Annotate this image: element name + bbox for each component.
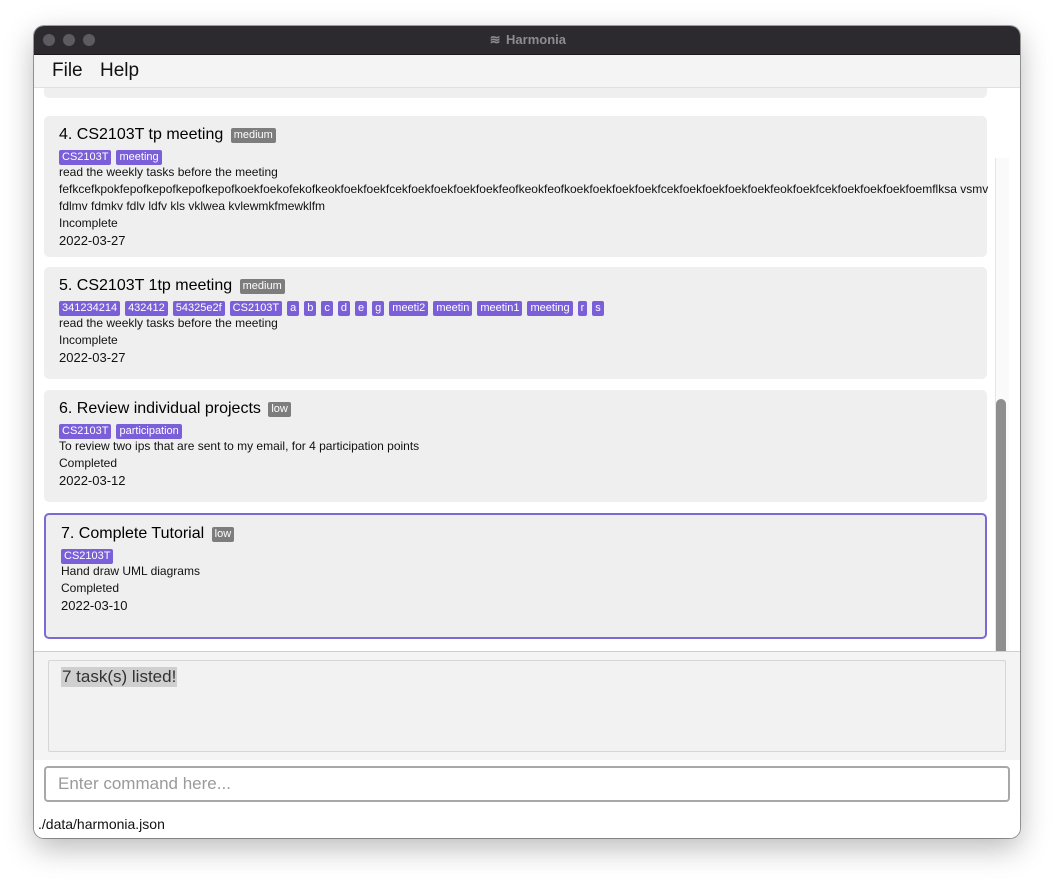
menu-help[interactable]: Help bbox=[100, 60, 139, 82]
menu-file[interactable]: File bbox=[52, 60, 83, 82]
task-title: 5. CS2103T 1tp meeting medium bbox=[59, 275, 972, 297]
task-title: 6. Review individual projects low bbox=[59, 398, 972, 420]
task-card[interactable]: 4. CS2103T tp meeting medium CS2103T meet… bbox=[44, 116, 989, 257]
task-description: fefkcefkpokfepofkepofkepofkepofkoekfoeko… bbox=[59, 182, 989, 196]
priority-badge: low bbox=[211, 527, 235, 542]
task-description: read the weekly tasks before the meeting bbox=[59, 165, 278, 179]
command-pane bbox=[34, 760, 1020, 812]
task-description: To review two ips that are sent to my em… bbox=[59, 439, 420, 453]
tag: d bbox=[337, 301, 351, 316]
task-status: Completed bbox=[59, 456, 118, 470]
tag-list: 341234214 432412 54325e2f CS2103T a b c d e g meet… bbox=[59, 298, 972, 316]
result-message: 7 task(s) listed! bbox=[61, 667, 178, 687]
tag: participation bbox=[116, 424, 182, 439]
menu-bar: File Help bbox=[34, 55, 1020, 88]
task-description: fdlmv fdmkv fdlv ldfv kls vklwea kvlewmk… bbox=[59, 199, 326, 213]
tag-list: CS2103T meeting bbox=[59, 147, 972, 165]
task-date: 2022-03-12 bbox=[59, 473, 126, 488]
task-card[interactable]: 6. Review individual projects low CS2103… bbox=[44, 390, 987, 502]
task-list[interactable]: 4. CS2103T tp meeting medium CS2103T meet… bbox=[34, 88, 1020, 651]
task-name: CS2103T 1tp meeting bbox=[76, 277, 233, 294]
result-pane: 7 task(s) listed! bbox=[34, 652, 1020, 760]
tag: meeti2 bbox=[389, 301, 429, 316]
command-input[interactable] bbox=[44, 766, 1010, 802]
task-status: Completed bbox=[61, 581, 120, 595]
task-index: 5. bbox=[59, 277, 73, 294]
task-date: 2022-03-10 bbox=[61, 598, 128, 613]
tag: meeting bbox=[116, 150, 162, 165]
task-title: 4. CS2103T tp meeting medium bbox=[59, 124, 972, 146]
task-name: Review individual projects bbox=[76, 400, 261, 417]
task-index: 4. bbox=[59, 126, 73, 143]
task-name: Complete Tutorial bbox=[78, 525, 205, 542]
task-status: Incomplete bbox=[59, 216, 118, 230]
priority-badge: low bbox=[268, 402, 291, 417]
app-logo-icon: ≋ bbox=[489, 32, 501, 47]
tag: g bbox=[372, 301, 385, 316]
task-status: Incomplete bbox=[59, 333, 118, 347]
result-display[interactable]: 7 task(s) listed! bbox=[48, 660, 1006, 752]
title-bar: ≋ Harmonia bbox=[34, 26, 1020, 55]
tag: CS2103T bbox=[59, 424, 112, 439]
status-bar: ./data/harmonia.json bbox=[34, 812, 1020, 838]
task-index: 6. bbox=[59, 400, 73, 417]
task-description: Hand draw UML diagrams bbox=[61, 564, 200, 578]
task-description: read the weekly tasks before the meeting bbox=[59, 316, 278, 330]
tag: e bbox=[355, 301, 368, 316]
tag: meeting bbox=[527, 301, 573, 316]
tag-list: CS2103T bbox=[61, 546, 970, 564]
tag: 54325e2f bbox=[172, 301, 225, 316]
tag: meetin1 bbox=[477, 301, 523, 316]
task-name: CS2103T tp meeting bbox=[76, 126, 224, 143]
priority-badge: medium bbox=[239, 279, 285, 294]
task-card-selected[interactable]: 7. Complete Tutorial low CS2103T Hand dr… bbox=[44, 513, 987, 639]
app-window: ≋ Harmonia File Help 4. CS2103T tp meetin… bbox=[34, 26, 1020, 838]
priority-badge: medium bbox=[230, 128, 276, 143]
tag: meetin bbox=[433, 301, 473, 316]
tag: c bbox=[321, 301, 333, 316]
tag: a bbox=[287, 301, 300, 316]
tag: CS2103T bbox=[61, 549, 114, 564]
tag: b bbox=[304, 301, 317, 316]
data-file-path: ./data/harmonia.json bbox=[38, 816, 165, 832]
window-title-text: Harmonia bbox=[506, 32, 566, 47]
tag-list: CS2103T participation bbox=[59, 421, 972, 439]
tag: s bbox=[592, 301, 604, 316]
tag: 341234214 bbox=[59, 301, 121, 316]
tag: 432412 bbox=[125, 301, 168, 316]
task-index: 7. bbox=[61, 525, 75, 542]
task-date: 2022-03-27 bbox=[59, 350, 126, 365]
scrollbar-thumb[interactable] bbox=[996, 399, 1006, 651]
task-card-partial[interactable] bbox=[44, 88, 987, 98]
tag: CS2103T bbox=[229, 301, 283, 316]
task-date: 2022-03-27 bbox=[59, 233, 126, 248]
task-card[interactable]: 5. CS2103T 1tp meeting medium 341234214 4… bbox=[44, 267, 987, 379]
tag: r bbox=[577, 301, 588, 316]
tag: CS2103T bbox=[59, 150, 112, 165]
task-title: 7. Complete Tutorial low bbox=[61, 523, 970, 545]
window-title: ≋ Harmonia bbox=[34, 26, 1020, 54]
